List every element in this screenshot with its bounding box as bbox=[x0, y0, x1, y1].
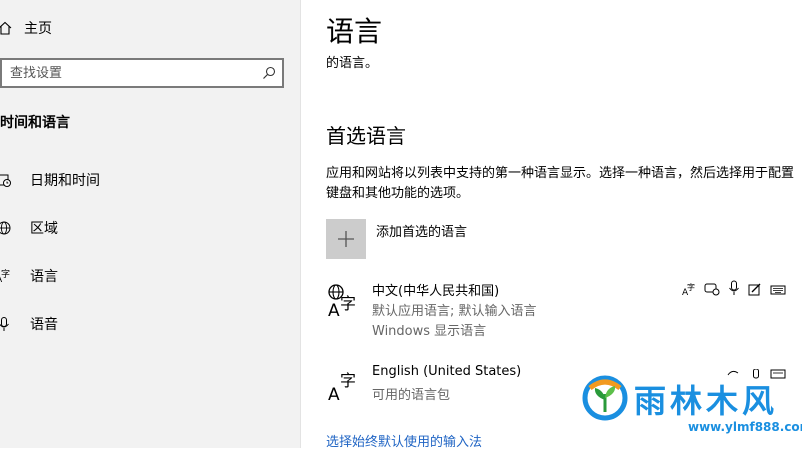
page-subtitle: 的语言。 bbox=[326, 56, 379, 71]
sidebar-item-date-time[interactable]: 日期和时间 bbox=[0, 166, 100, 194]
language-icon: A字 bbox=[0, 268, 16, 284]
svg-text:字: 字 bbox=[340, 371, 356, 390]
language-name: 中文(中华人民共和国) bbox=[372, 284, 500, 299]
handwriting-icon bbox=[748, 281, 762, 300]
sidebar-item-language[interactable]: A字 语言 bbox=[0, 262, 58, 290]
sidebar-item-speech[interactable]: 语音 bbox=[0, 310, 58, 338]
language-status: 可用的语言包 bbox=[372, 388, 451, 403]
sidebar-item-label: 语言 bbox=[30, 269, 58, 285]
preferred-languages-description: 应用和网站将以列表中支持的第一种语言显示。选择一种语言，然后选择用于配置键盘和其… bbox=[326, 166, 795, 201]
plus-icon bbox=[326, 219, 366, 259]
language-icon: A 字 bbox=[326, 366, 362, 405]
watermark-brand: 雨林木风 bbox=[634, 382, 779, 420]
microphone-icon bbox=[0, 316, 16, 332]
language-status: 默认应用语言; 默认输入语言 bbox=[372, 304, 537, 319]
language-name: English (United States) bbox=[372, 364, 522, 379]
globe-region-icon bbox=[0, 220, 16, 236]
home-label: 主页 bbox=[24, 21, 52, 37]
language-capabilities: A字 bbox=[682, 280, 786, 300]
watermark: 雨林木风 www.ylmf888.com bbox=[582, 372, 802, 448]
keyboard-icon bbox=[770, 281, 786, 300]
watermark-logo bbox=[582, 374, 628, 424]
home-icon bbox=[0, 21, 16, 35]
nav-home[interactable]: 主页 bbox=[0, 14, 52, 42]
add-language-button[interactable]: 添加首选的语言 bbox=[326, 219, 467, 259]
add-language-label: 添加首选的语言 bbox=[376, 224, 468, 240]
language-globe-icon: A 字 bbox=[326, 282, 362, 321]
sidebar-item-label: 语音 bbox=[30, 317, 58, 333]
sidebar-item-label: 日期和时间 bbox=[30, 173, 100, 189]
microphone-icon bbox=[728, 280, 740, 300]
svg-text:A: A bbox=[328, 301, 340, 318]
svg-text:字: 字 bbox=[340, 294, 356, 313]
search-icon[interactable] bbox=[256, 66, 282, 80]
divider bbox=[300, 0, 301, 448]
default-input-method-link[interactable]: 选择始终默认使用的输入法 bbox=[326, 431, 482, 450]
search-input[interactable] bbox=[2, 60, 256, 86]
sidebar: 主页 时间和语言 日期和时间 区域 A字 语言 语音 bbox=[0, 0, 300, 448]
speech-bubble-icon bbox=[704, 281, 720, 300]
search-box[interactable] bbox=[0, 58, 284, 88]
svg-text:字: 字 bbox=[687, 282, 695, 292]
sidebar-item-region[interactable]: 区域 bbox=[0, 214, 58, 242]
display-language-icon: A字 bbox=[682, 281, 696, 300]
sidebar-item-label: 区域 bbox=[30, 221, 58, 237]
language-display-status: Windows 显示语言 bbox=[372, 324, 487, 339]
preferred-languages-heading: 首选语言 bbox=[326, 124, 406, 148]
svg-text:A: A bbox=[328, 385, 340, 402]
svg-text:字: 字 bbox=[1, 268, 10, 280]
watermark-url: www.ylmf888.com bbox=[688, 420, 802, 434]
page-title: 语言 bbox=[326, 15, 383, 48]
section-title: 时间和语言 bbox=[0, 115, 70, 131]
language-item-chinese[interactable]: A 字 中文(中华人民共和国) 默认应用语言; 默认输入语言 Windows 显… bbox=[326, 280, 786, 339]
clock-calendar-icon bbox=[0, 172, 16, 188]
